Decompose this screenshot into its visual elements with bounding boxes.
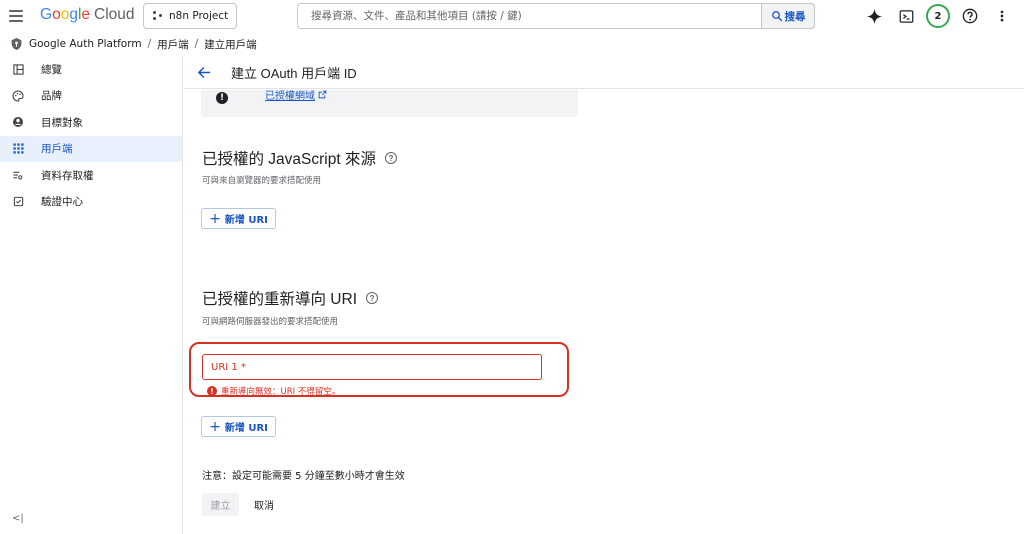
redirect-uris-title-text: 已授權的重新導向 URI [202,291,358,308]
hamburger-line [9,20,23,22]
sidebar-item-branding[interactable]: 品牌 [0,83,182,110]
gemini-button[interactable] [862,4,886,28]
search-button-label: 搜尋 [784,10,806,23]
account-circle-icon [12,116,24,128]
logo-cloud-text: Cloud [94,6,135,23]
open-in-new-icon [318,90,327,99]
plus-icon: + [209,210,221,227]
project-icon [153,11,163,21]
terminal-icon [899,9,913,23]
sidebar-item-label: 目標對象 [41,116,83,129]
search-bar: 搜尋 [297,3,815,29]
dashboard-icon [12,63,24,75]
sidebar-item-label: 用戶端 [41,143,73,156]
add-uri-label: 新增 URI [224,215,268,226]
authorized-domains-link[interactable]: 已授權網域 [265,90,315,102]
more-vert-icon [1000,10,1004,22]
logo-letter: G [40,6,53,23]
breadcrumb-create-client: 建立用戶端 [204,38,257,51]
more-options-button[interactable] [990,4,1014,28]
info-icon: ! [216,92,228,104]
error-icon: ! [207,386,217,396]
redirect-uri-field[interactable] [202,354,542,380]
shield-icon [11,38,22,50]
logo-letter: o [60,6,70,23]
help-icon[interactable]: ? [366,292,379,304]
verification-icon [12,196,24,208]
info-banner: ! 已授權網域 [201,90,578,117]
notifications-button[interactable]: 2 [926,4,950,28]
sidebar: 總覽 品牌 目標對象 用戶端 資料存取權 驗證中心 <| [0,56,183,534]
sidebar-item-verification[interactable]: 驗證中心 [0,189,182,216]
js-origins-title-text: 已授權的 JavaScript 來源 [202,151,376,168]
top-bar: Google Cloud n8n Project 搜尋 2 [0,0,1024,33]
logo-letter: e [81,6,91,23]
arrow-back-icon [197,66,210,78]
project-name: n8n Project [169,10,229,22]
settings-note: 注意：設定可能需要 5 分鐘至數小時才會生效 [202,471,405,482]
search-button[interactable]: 搜尋 [761,3,815,29]
breadcrumb-auth-platform[interactable]: Google Auth Platform [29,38,142,50]
js-origins-title: 已授權的 JavaScript 來源 ? [202,147,397,169]
search-input[interactable] [298,4,761,28]
error-text: 重新導向無效：URI 不得留空。 [221,387,341,397]
sidebar-item-overview[interactable]: 總覽 [0,56,182,83]
search-icon [771,11,782,22]
sparkle-icon [866,8,882,24]
main-menu-button[interactable] [8,8,24,24]
breadcrumb-separator: / [194,38,199,50]
sidebar-item-audience[interactable]: 目標對象 [0,109,182,136]
collapse-sidebar-button[interactable]: <| [12,513,24,524]
create-button[interactable]: 建立 [202,493,239,516]
sidebar-item-clients[interactable]: 用戶端 [0,135,182,162]
data-access-icon [12,169,24,181]
sidebar-item-label: 總覽 [41,63,62,76]
top-icons: 2 [862,4,1014,28]
project-picker-button[interactable]: n8n Project [143,3,237,29]
page-header: 建立 OAuth 用戶端 ID [184,56,1024,89]
logo-letter: g [69,6,78,23]
cancel-button[interactable]: 取消 [248,493,280,516]
add-uri-label: 新增 URI [224,423,268,434]
sidebar-item-label: 驗證中心 [41,196,83,209]
help-circle-icon [962,8,978,24]
hamburger-line [9,15,23,17]
redirect-uri-error: ! 重新導向無效：URI 不得留空。 [207,385,340,397]
help-button[interactable] [958,4,982,28]
help-icon[interactable]: ? [384,152,397,164]
apps-grid-icon [12,143,24,155]
logo-letter: o [52,6,61,23]
add-js-origin-uri-button[interactable]: + 新增 URI [201,208,276,229]
back-button[interactable] [192,60,216,84]
redirect-uri-input[interactable] [211,361,541,373]
sidebar-item-label: 品牌 [41,90,62,103]
main-content: ! 已授權網域 已授權的 JavaScript 來源 ? 可與來自瀏覽器的要求搭… [184,90,1024,534]
sidebar-item-label: 資料存取權 [41,169,94,182]
info-banner-link-row: 已授權網域 [265,90,327,102]
notification-badge: 2 [926,4,950,28]
redirect-uris-description: 可與網路伺服器發出的要求搭配使用 [202,317,339,327]
page-title: 建立 OAuth 用戶端 ID [231,65,357,81]
breadcrumb-separator: / [147,38,152,50]
breadcrumb: Google Auth Platform / 用戶端 / 建立用戶端 [0,33,1024,55]
js-origins-description: 可與來自瀏覽器的要求搭配使用 [202,176,322,186]
add-redirect-uri-button[interactable]: + 新增 URI [201,416,276,437]
palette-icon [12,90,24,102]
cloud-shell-button[interactable] [894,4,918,28]
hamburger-line [9,10,23,12]
google-cloud-logo[interactable]: Google Cloud [40,6,135,24]
breadcrumb-clients[interactable]: 用戶端 [157,37,189,52]
plus-icon: + [209,418,221,435]
sidebar-item-data-access[interactable]: 資料存取權 [0,162,182,189]
redirect-uris-title: 已授權的重新導向 URI ? [202,287,379,309]
